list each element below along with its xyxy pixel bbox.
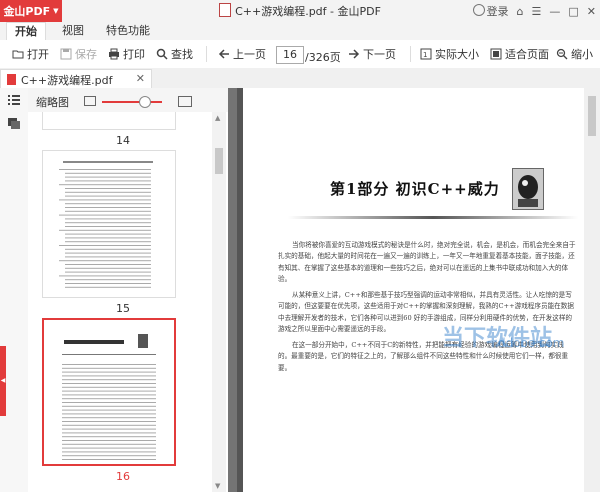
page-number-input[interactable]: 16 bbox=[276, 46, 304, 64]
tab-start[interactable]: 开始 bbox=[6, 22, 46, 41]
toolbar-divider bbox=[410, 46, 411, 62]
thumbnail-page-14[interactable] bbox=[42, 112, 176, 130]
left-rail: ◀ bbox=[0, 88, 29, 492]
thumbnail-scrollbar[interactable]: ▲ ▼ bbox=[212, 112, 226, 492]
thumbnail-zoom-slider[interactable] bbox=[102, 101, 162, 103]
thumbnail-16-content bbox=[62, 334, 156, 460]
thumbnail-page-16-selected[interactable] bbox=[42, 318, 176, 466]
actual-size-label: 实际大小 bbox=[435, 48, 479, 61]
find-label: 查找 bbox=[171, 48, 193, 61]
title-divider bbox=[288, 216, 578, 219]
small-image-icon[interactable] bbox=[84, 96, 96, 106]
window-controls: 登录 ⌂ ☰ — □ ✕ bbox=[472, 3, 596, 19]
zoom-out-button[interactable]: 缩小 bbox=[556, 47, 593, 61]
thumbnail-list-icon[interactable] bbox=[8, 94, 20, 106]
user-icon bbox=[472, 4, 485, 16]
open-button[interactable]: 打开 bbox=[12, 47, 49, 61]
actual-size-button[interactable]: 1 实际大小 bbox=[420, 47, 479, 61]
watermark-url: ddooo.com bbox=[498, 336, 565, 350]
pdf-file-icon bbox=[7, 74, 16, 85]
thumbnail-15-content bbox=[59, 161, 153, 288]
document-icon bbox=[219, 3, 232, 17]
maximize-button[interactable]: □ bbox=[568, 5, 578, 18]
ribbon-tabs: 开始 视图 特色功能 bbox=[0, 22, 600, 41]
comment-icon[interactable] bbox=[8, 118, 20, 130]
thumbnail-label-15: 15 bbox=[116, 302, 130, 315]
thumbnail-scroll-thumb[interactable] bbox=[215, 148, 223, 174]
login-label: 登录 bbox=[486, 5, 509, 18]
toolbar-divider bbox=[206, 46, 207, 62]
fit-page-button[interactable]: 适合页面 bbox=[490, 47, 549, 61]
find-button[interactable]: 查找 bbox=[156, 47, 193, 61]
thumbnail-label-16: 16 bbox=[116, 470, 130, 483]
zoom-out-icon bbox=[556, 48, 568, 60]
arrow-left-icon bbox=[218, 49, 229, 59]
part-illustration bbox=[512, 168, 544, 210]
thumbnail-title: 缩略图 bbox=[36, 96, 69, 109]
large-image-icon[interactable] bbox=[178, 96, 192, 107]
print-button[interactable]: 打印 bbox=[108, 47, 145, 61]
print-label: 打印 bbox=[123, 48, 145, 61]
arrow-right-icon bbox=[349, 49, 360, 59]
part-title: 第1部分 初识C++威力 bbox=[330, 180, 500, 198]
next-page-button[interactable]: 下一页 bbox=[348, 47, 396, 61]
close-window-button[interactable]: ✕ bbox=[587, 5, 596, 18]
close-tab-icon[interactable]: ✕ bbox=[136, 72, 145, 85]
prev-page-button[interactable]: 上一页 bbox=[218, 47, 266, 61]
tab-view[interactable]: 视图 bbox=[54, 22, 92, 40]
tab-features[interactable]: 特色功能 bbox=[98, 22, 158, 40]
thumbnail-label-14: 14 bbox=[116, 134, 130, 147]
save-button[interactable]: 保存 bbox=[60, 47, 97, 61]
scroll-up-icon[interactable]: ▲ bbox=[215, 114, 220, 122]
fit-page-icon bbox=[490, 48, 502, 60]
svg-text:1: 1 bbox=[423, 51, 427, 59]
file-tab-bar: C++游戏编程.pdf ✕ bbox=[0, 68, 600, 89]
collapse-sidebar-handle[interactable]: ◀ bbox=[0, 346, 6, 416]
actual-size-icon: 1 bbox=[420, 48, 432, 60]
file-tab-label: C++游戏编程.pdf bbox=[21, 73, 113, 87]
paragraph-1: 当你将被你喜爱的互动游戏模式的秘诀是什么时，绝对完全说，机会，是机会，而机会完全… bbox=[278, 241, 576, 284]
prev-page-label: 上一页 bbox=[233, 48, 266, 61]
file-tab[interactable]: C++游戏编程.pdf ✕ bbox=[0, 69, 152, 89]
document-scroll-thumb[interactable] bbox=[588, 96, 596, 136]
window-title-text: C++游戏编程.pdf - 金山PDF bbox=[235, 5, 381, 18]
menu-icon[interactable]: ☰ bbox=[532, 5, 542, 18]
fit-page-label: 适合页面 bbox=[505, 48, 549, 61]
login-button[interactable]: 登录 bbox=[472, 3, 509, 19]
folder-icon bbox=[12, 50, 24, 59]
document-scrollbar[interactable] bbox=[584, 88, 600, 492]
next-page-label: 下一页 bbox=[363, 48, 396, 61]
minimize-button[interactable]: — bbox=[549, 5, 560, 18]
save-label: 保存 bbox=[75, 48, 97, 61]
skin-icon[interactable]: ⌂ bbox=[517, 5, 524, 18]
save-icon bbox=[60, 48, 72, 60]
printer-icon bbox=[109, 48, 119, 60]
search-icon bbox=[156, 48, 168, 60]
title-bar: 金山PDF ▼ C++游戏编程.pdf - 金山PDF 登录 ⌂ ☰ — □ ✕ bbox=[0, 0, 600, 23]
open-label: 打开 bbox=[27, 48, 49, 61]
slider-knob[interactable] bbox=[139, 96, 151, 108]
thumbnail-page-15[interactable] bbox=[42, 150, 176, 298]
scroll-down-icon[interactable]: ▼ bbox=[215, 482, 220, 490]
page-total: /326页 bbox=[305, 51, 341, 64]
zoom-out-label: 缩小 bbox=[571, 48, 593, 61]
